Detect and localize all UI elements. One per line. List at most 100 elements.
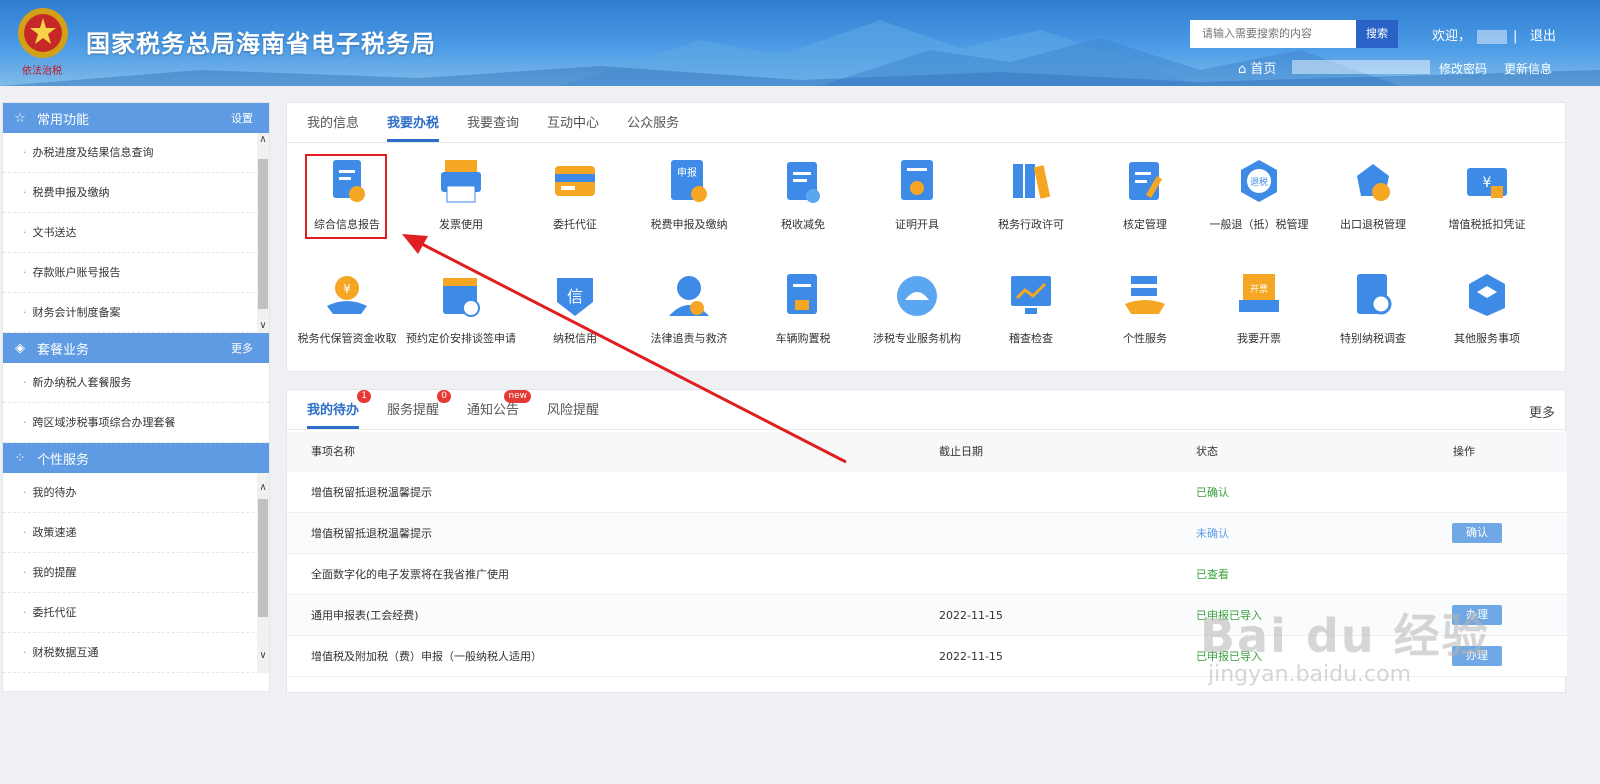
other-services-icon [1469, 274, 1505, 316]
change-password-link[interactable]: 修改密码 [1439, 60, 1487, 77]
sidebar-item[interactable]: 委托代征 [3, 593, 269, 633]
service-item[interactable]: 涉税专业服务机构 [860, 270, 974, 346]
sidebar-item[interactable]: 财务会计制度备案 [3, 293, 269, 333]
item-name: 增值税留抵退税温馨提示 [311, 486, 432, 499]
scrollbar-thumb[interactable] [258, 159, 268, 309]
count-badge: 0 [437, 390, 452, 403]
vat-deduction-icon: ¥ [1467, 168, 1507, 198]
service-label: 税收减免 [781, 218, 825, 231]
sidebar-item[interactable]: 财税数据互通 [3, 633, 269, 673]
tab-risk-reminder[interactable]: 风险提醒 [547, 399, 599, 429]
chevron-down-icon[interactable]: ∨ [257, 649, 269, 663]
service-label: 证明开具 [895, 218, 939, 231]
service-item[interactable]: 预约定价安排谈签申请 [404, 270, 518, 346]
tab-interaction[interactable]: 互动中心 [547, 112, 599, 142]
service-item[interactable]: 退税 一般退（抵）税管理 [1202, 156, 1316, 232]
vehicle-tax-icon [787, 274, 817, 314]
action-button[interactable]: 确认 [1452, 523, 1502, 543]
service-item[interactable]: 特别纳税调查 [1316, 270, 1430, 346]
sidebar-item[interactable]: 我的待办 [3, 473, 269, 513]
service-label: 我要开票 [1237, 332, 1281, 345]
item-name: 增值税留抵退税温馨提示 [311, 527, 432, 540]
service-item[interactable]: 核定管理 [1088, 156, 1202, 232]
baidu-watermark: Bai du 经验 jingyan.baidu.com [1200, 600, 1490, 687]
sidebar-scrollbar[interactable]: ∧ ∨ [257, 133, 269, 333]
chevron-up-icon[interactable]: ∧ [257, 481, 269, 495]
service-item[interactable]: 法律追责与救济 [632, 270, 746, 346]
service-label: 个性服务 [1123, 332, 1167, 345]
service-item[interactable]: 车辆购置税 [746, 270, 860, 346]
service-item[interactable]: 信纳税信用 [518, 270, 632, 346]
item-name: 增值税及附加税（费）申报（一般纳税人适用） [311, 650, 542, 663]
comprehensive-report-icon [333, 160, 365, 202]
service-label: 法律追责与救济 [650, 332, 728, 345]
service-label: 核定管理 [1123, 218, 1167, 231]
more-link[interactable]: 更多 [1529, 402, 1555, 421]
sidebar-item[interactable]: 跨区域涉税事项综合办理套餐 [3, 403, 269, 443]
tax-credit-icon: 信 [557, 278, 593, 316]
sidebar-item[interactable]: 存款账户账号报告 [3, 253, 269, 293]
sidebar-item[interactable]: 办税进度及结果信息查询 [3, 133, 269, 173]
search-button[interactable]: 搜索 [1356, 20, 1398, 48]
update-info-link[interactable]: 更新信息 [1504, 60, 1552, 77]
tab-my-todo[interactable]: 我的待办 1 [307, 390, 372, 429]
service-item[interactable]: 其他服务事项 [1430, 270, 1544, 346]
tab-service-reminder[interactable]: 服务提醒 0 [387, 390, 452, 429]
tab-my-info[interactable]: 我的信息 [307, 112, 359, 142]
service-item[interactable]: 税收减免 [746, 156, 860, 232]
sidebar-list-common: 办税进度及结果信息查询 税费申报及缴纳 文书送达 存款账户账号报告 财务会计制度… [3, 133, 269, 333]
sidebar-section-title: 套餐业务 [37, 342, 90, 358]
home-link[interactable]: ⌂ 首页 [1238, 58, 1276, 77]
service-item[interactable]: 开票 我要开票 [1202, 270, 1316, 346]
service-item[interactable]: 委托代征 [518, 156, 632, 232]
chevron-down-icon[interactable]: ∨ [257, 319, 269, 333]
column-header: 状态 [1196, 445, 1218, 458]
sidebar-item[interactable]: 新办纳税人套餐服务 [3, 363, 269, 403]
service-item[interactable]: 稽查检查 [974, 270, 1088, 346]
new-badge: new [504, 390, 532, 403]
service-label: 税费申报及缴纳 [650, 218, 728, 231]
service-item[interactable]: 发票使用 [404, 156, 518, 232]
tab-label: 通知公告 [467, 403, 520, 418]
sidebar-section-common: ☆ 常用功能 设置 [3, 103, 269, 133]
service-item[interactable]: 申报 税费申报及缴纳 [632, 156, 746, 232]
service-item[interactable]: ¥ 税务代保管资金收取 [290, 270, 404, 346]
service-item[interactable]: 个性服务 [1088, 270, 1202, 346]
chevron-up-icon[interactable]: ∧ [257, 133, 269, 147]
personal-service-icon [1125, 276, 1165, 314]
verification-icon [1129, 162, 1163, 200]
logout-link[interactable]: 退出 [1530, 25, 1556, 44]
settings-link[interactable]: 设置 [231, 110, 253, 126]
tab-notice[interactable]: 通知公告 new [467, 390, 532, 429]
sidebar-item[interactable]: 文书送达 [3, 213, 269, 253]
service-item[interactable]: 证明开具 [860, 156, 974, 232]
tax-agency-icon [897, 276, 937, 316]
sidebar-section-title: 常用功能 [37, 112, 90, 128]
table-row: 增值税留抵退税温馨提示 未确认 确认 [287, 513, 1567, 554]
tab-tax-handling[interactable]: 我要办税 [387, 112, 440, 142]
sidebar-scrollbar[interactable]: ∧ ∨ [257, 473, 269, 673]
service-item[interactable]: 综合信息报告 [290, 156, 404, 232]
more-link[interactable]: 更多 [231, 340, 253, 356]
sidebar-item[interactable]: 税费申报及缴纳 [3, 173, 269, 213]
service-item[interactable]: 出口退税管理 [1316, 156, 1430, 232]
header-motto: 依法治税 [22, 66, 62, 77]
service-label: 税务行政许可 [998, 218, 1064, 231]
sidebar-item[interactable]: 政策速递 [3, 513, 269, 553]
tab-query[interactable]: 我要查询 [467, 112, 519, 142]
scrollbar-thumb[interactable] [258, 499, 268, 617]
table-row: 全面数字化的电子发票将在我省推广使用 已查看 [287, 554, 1567, 595]
sidebar-item[interactable]: 我的提醒 [3, 553, 269, 593]
tax-relief-icon [787, 162, 820, 203]
sidebar: ☆ 常用功能 设置 办税进度及结果信息查询 税费申报及缴纳 文书送达 存款账户账… [2, 102, 270, 692]
watermark-brand: Bai du 经验 [1200, 609, 1490, 663]
sidebar-section-personal: ⁘ 个性服务 [3, 443, 269, 473]
service-item[interactable]: 税务行政许可 [974, 156, 1088, 232]
column-header: 截止日期 [939, 445, 983, 458]
sidebar-list-package: 新办纳税人套餐服务 跨区域涉税事项综合办理套餐 [3, 363, 269, 443]
service-label: 出口退税管理 [1340, 218, 1406, 231]
tab-public-service[interactable]: 公众服务 [627, 112, 679, 142]
item-name: 通用申报表(工会经费) [311, 609, 419, 622]
search-input[interactable] [1190, 20, 1356, 48]
service-item[interactable]: ¥ 增值税抵扣凭证 [1430, 156, 1544, 232]
